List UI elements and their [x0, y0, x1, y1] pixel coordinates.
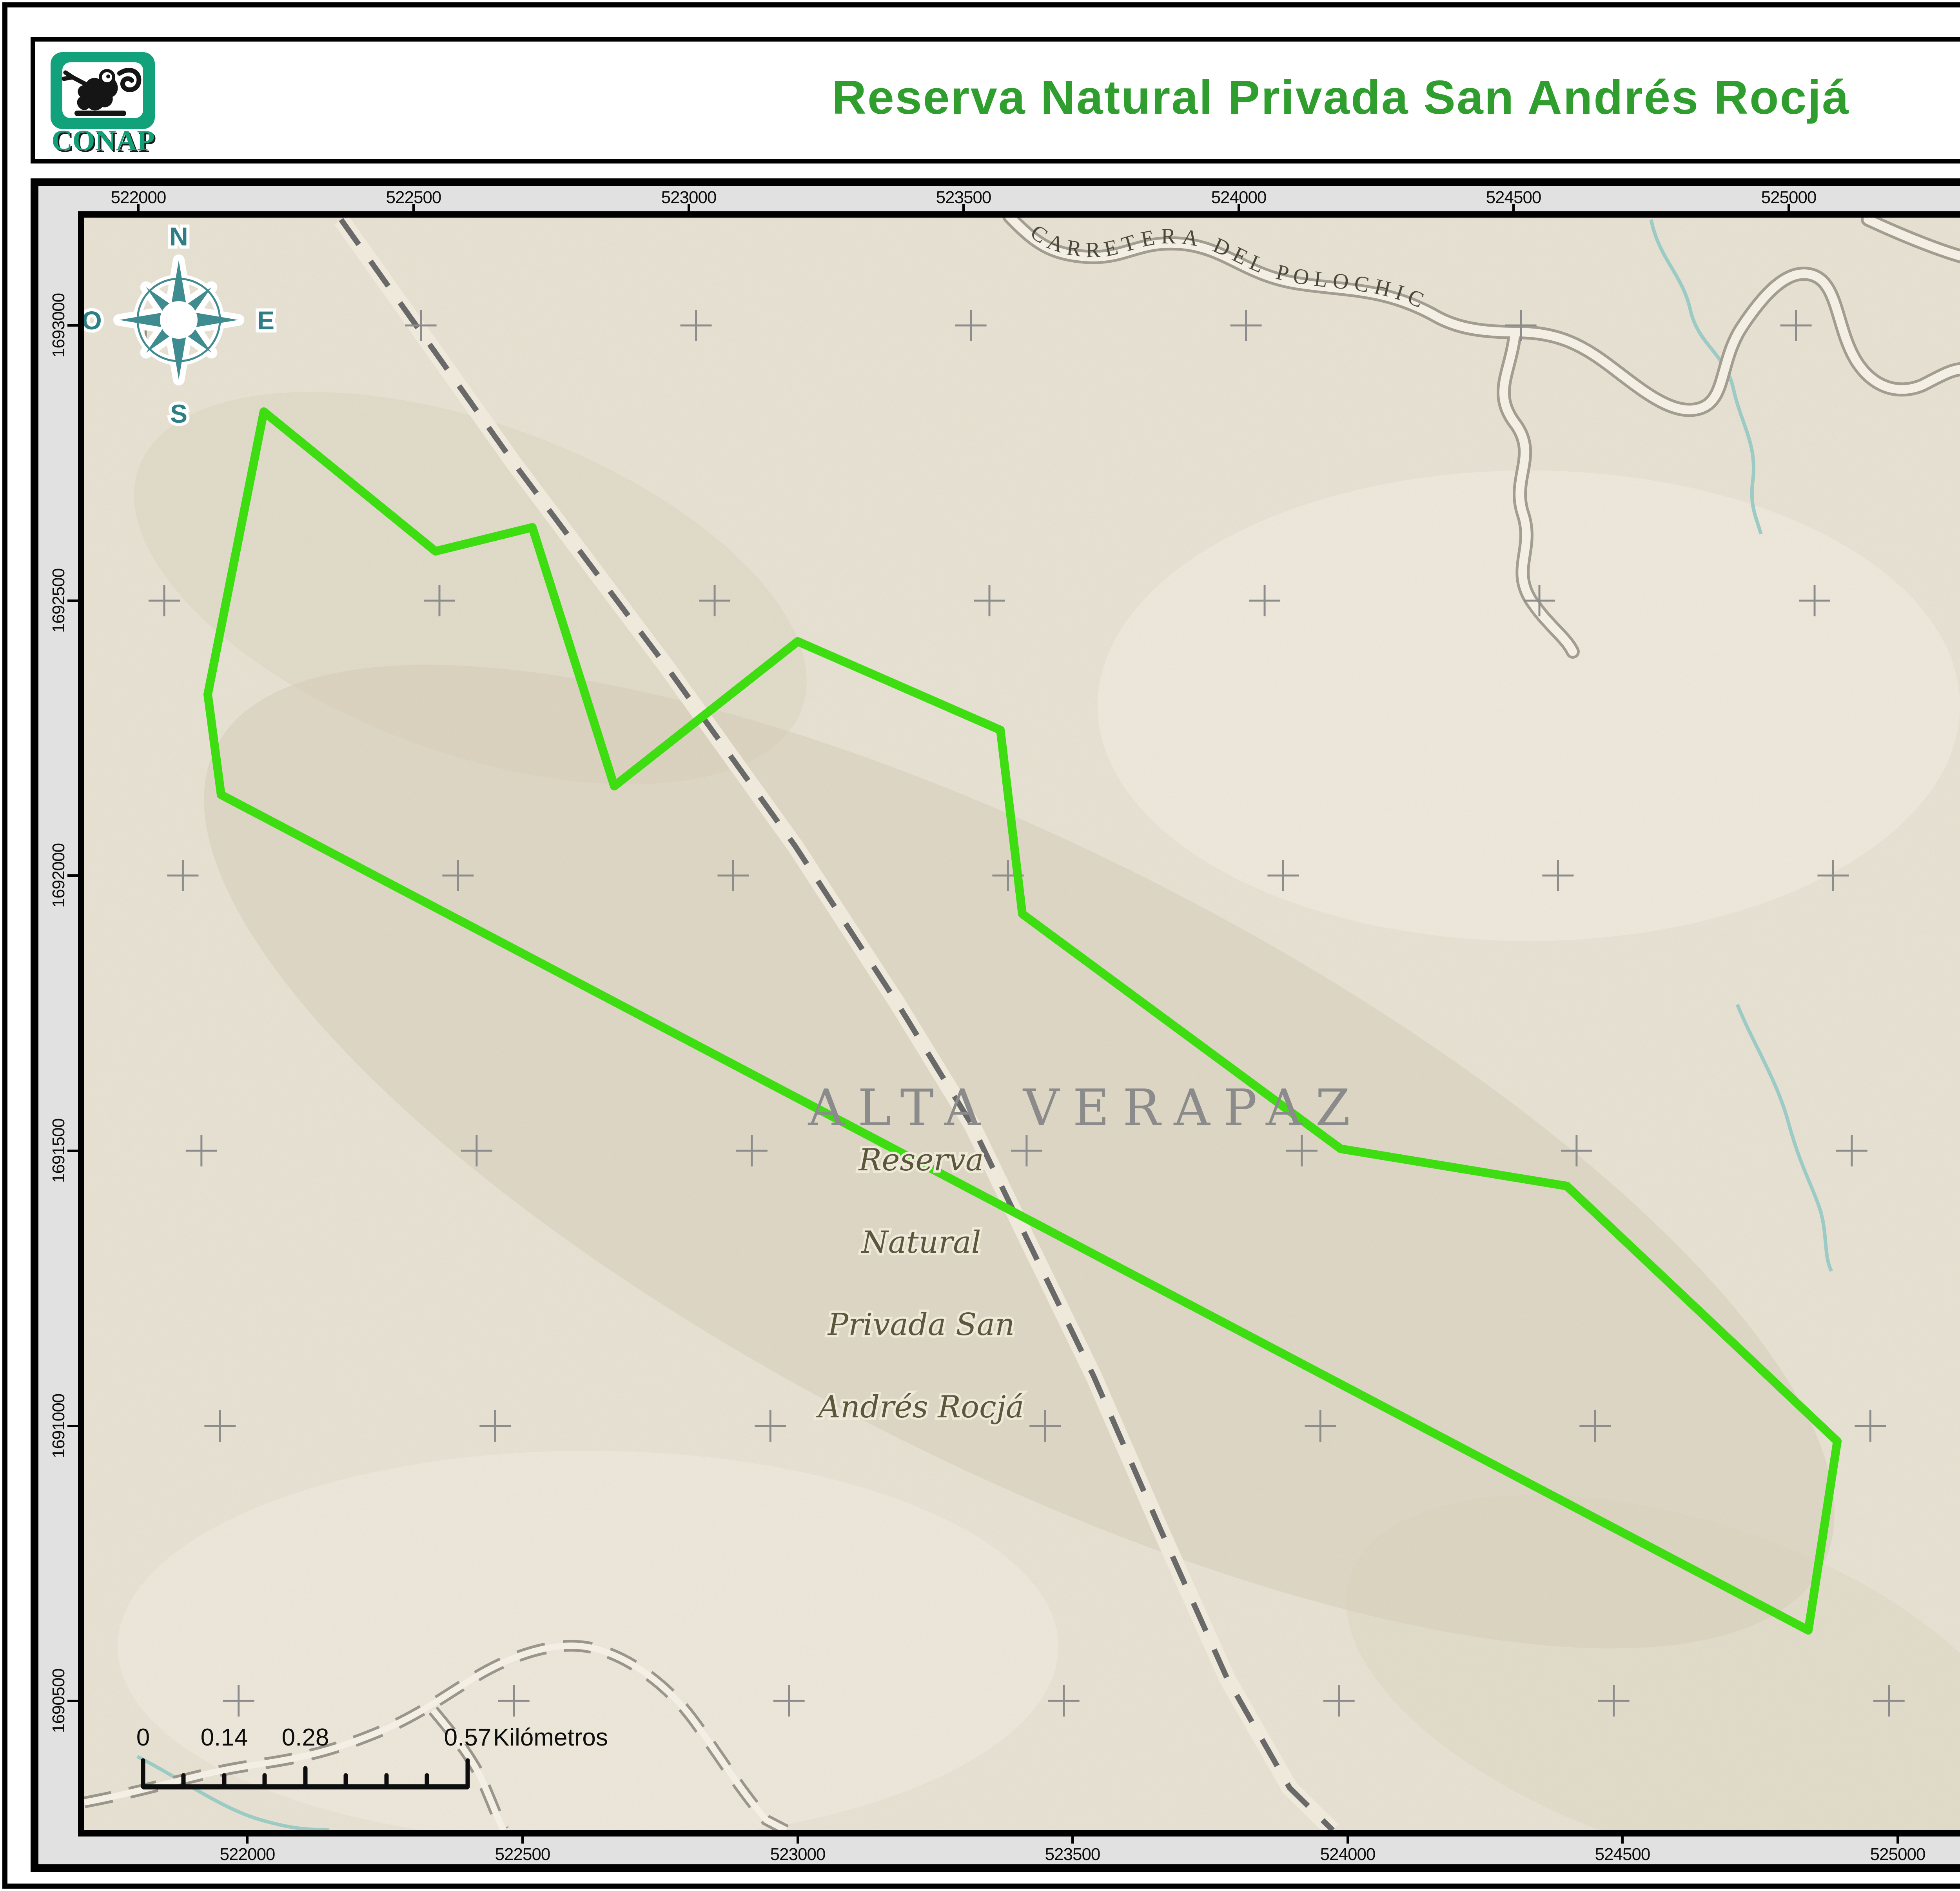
- grid-label: [1621, 1837, 1624, 1844]
- grid-label: [1347, 1837, 1349, 1844]
- header: CONAP CONAP Reserva Natural Privada San …: [31, 37, 1960, 163]
- grid-label: 1691500: [50, 1108, 68, 1194]
- svg-text:Andrés Rocjá: Andrés Rocjá: [816, 1390, 1024, 1425]
- scale-unit: Kilómetros: [493, 1724, 608, 1751]
- svg-text:Privada San: Privada San: [827, 1307, 1015, 1342]
- scale-028: 0.28: [282, 1724, 329, 1751]
- grid-label: 525000: [1855, 1846, 1941, 1864]
- grid-label: [1512, 204, 1515, 211]
- page-title: Reserva Natural Privada San Andrés Rocjá: [35, 70, 1960, 125]
- grid-label: 522000: [204, 1846, 290, 1864]
- grid-label: 524500: [1579, 1846, 1666, 1864]
- grid-label: 1692500: [50, 558, 68, 644]
- grid-label: [67, 1425, 78, 1427]
- logo-text: CONAP: [51, 125, 154, 157]
- grid-label: [1071, 1837, 1074, 1844]
- grid-label: 523000: [755, 1846, 841, 1864]
- grid-label: 524000: [1305, 1846, 1391, 1864]
- grid-label: 522500: [479, 1846, 566, 1864]
- grid-label: [412, 204, 415, 211]
- grid-label: [67, 1700, 78, 1702]
- compass-s: S: [170, 399, 187, 428]
- grid-label: [67, 1150, 78, 1152]
- topographic-map: ALTA VERAPAZ Reserva Natural Privada San…: [84, 218, 1960, 1830]
- grid-label: 523500: [1029, 1846, 1116, 1864]
- grid-label: [67, 324, 78, 327]
- grid-label: [246, 1837, 249, 1844]
- grid-label: [797, 1837, 799, 1844]
- grid-label: [962, 204, 965, 211]
- grid-label: [1788, 204, 1790, 211]
- map-canvas: ALTA VERAPAZ Reserva Natural Privada San…: [78, 211, 1960, 1837]
- grid-label: 1690500: [50, 1658, 68, 1744]
- map-frame: 522000 522000 522500 522500 523000 523000 5235…: [31, 178, 1960, 1872]
- department-label: ALTA VERAPAZ: [808, 1079, 1364, 1137]
- scale-057: 0.57: [444, 1724, 492, 1751]
- compass-n: N: [169, 222, 188, 251]
- grid-label: 1691000: [50, 1383, 68, 1469]
- grid-label: [67, 874, 78, 877]
- compass-e: E: [257, 306, 274, 335]
- grid-label: [1896, 1837, 1899, 1844]
- compass-o: O: [84, 306, 102, 335]
- scale-0: 0: [136, 1724, 150, 1751]
- map-sheet: { "header": { "title": "Reserva Natural …: [0, 0, 1960, 1891]
- grid-label: 1692000: [50, 832, 68, 919]
- svg-text:Reserva: Reserva: [858, 1143, 984, 1178]
- grid-label: [521, 1837, 524, 1844]
- grid-label: [137, 204, 140, 211]
- grid-label: [1238, 204, 1240, 211]
- scale-014: 0.14: [201, 1724, 248, 1751]
- grid-label: [67, 599, 78, 602]
- grid-label: [688, 204, 690, 211]
- grid-label: 1693000: [50, 282, 68, 369]
- svg-text:Natural: Natural: [860, 1225, 981, 1260]
